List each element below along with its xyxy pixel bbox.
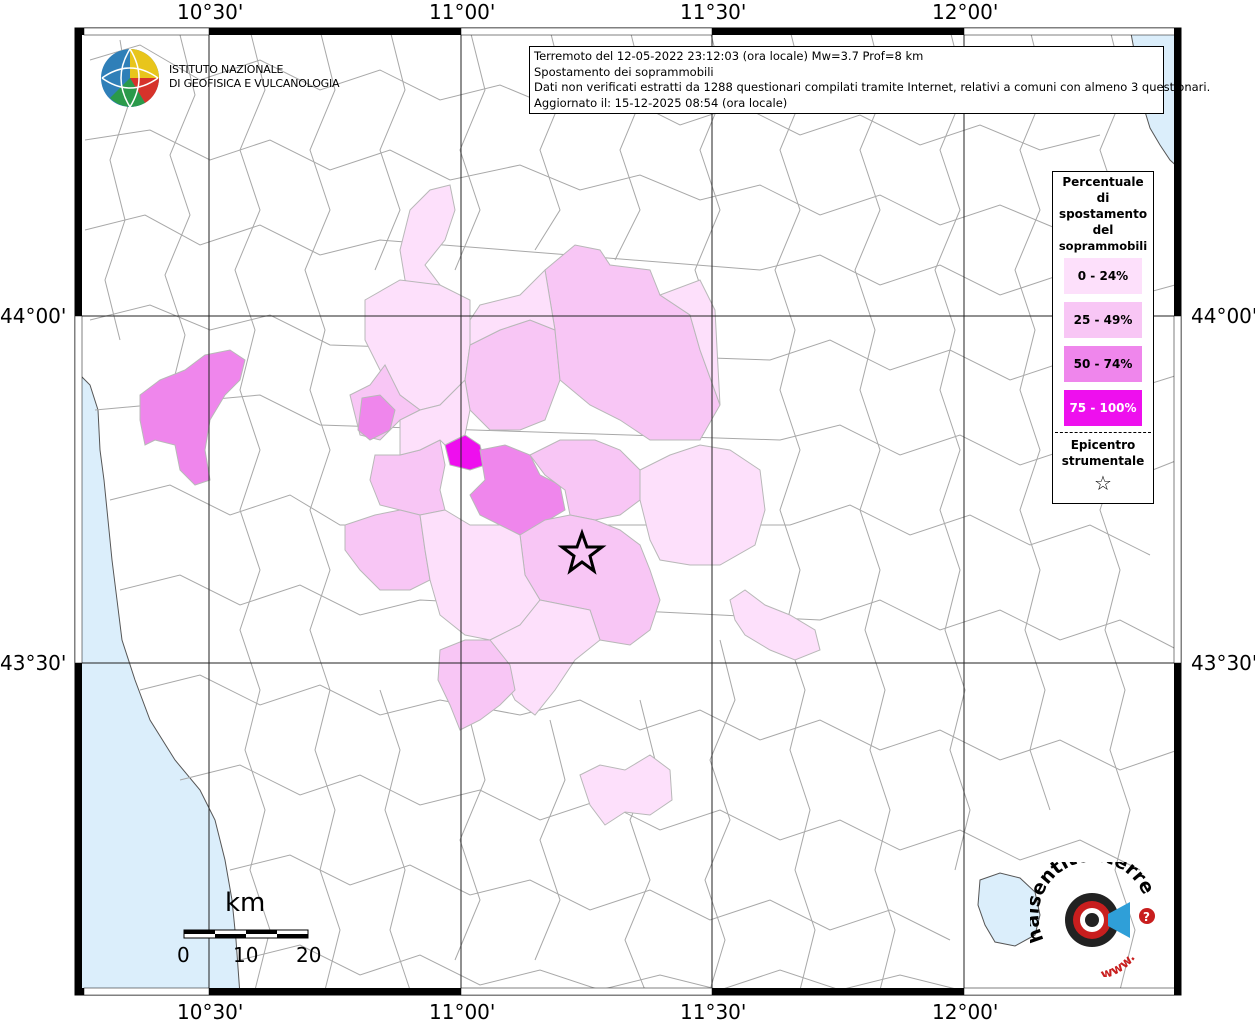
event-info-box: Terremoto del 12-05-2022 23:12:03 (ora l… [529, 46, 1211, 114]
legend-class-25-49: 25 - 49% [1064, 302, 1142, 338]
legend-class-0-24: 0 - 24% [1064, 258, 1142, 294]
legend-class-50-74: 50 - 74% [1064, 346, 1142, 382]
institute-name: ISTITUTO NAZIONALE DI GEOFISICA E VULCAN… [169, 63, 340, 91]
legend-title-line: spostamento [1058, 207, 1148, 221]
legend-title-line: soprammobili [1058, 239, 1148, 253]
lon-label-bottom-1: 10°30' [177, 1000, 244, 1024]
parameter-name: Spostamento dei soprammobili [534, 64, 714, 79]
legend-class-75-100: 75 - 100% [1064, 390, 1142, 426]
legend-title-line: Percentuale [1062, 175, 1144, 189]
legend-title-line: di [1096, 191, 1110, 205]
scale-bar-graphic [183, 929, 309, 939]
event-title: Terremoto del 12-05-2022 23:12:03 (ora l… [534, 49, 924, 63]
lat-label-left-1: 44°00' [0, 304, 67, 328]
lat-label-left-2: 43°30' [0, 651, 67, 675]
institute-line-2: DI GEOFISICA E VULCANOLOGIA [169, 77, 340, 90]
legend-separator [1055, 432, 1151, 433]
ingv-logo-icon [101, 48, 160, 108]
hst-logo-url: www. [1099, 951, 1139, 977]
legend-star-icon: ☆ [1094, 471, 1112, 495]
legend-epicenter-line: Epicentro [1070, 438, 1136, 452]
lon-label-top-4: 12°00' [932, 0, 999, 24]
area-0-24 [639, 444, 766, 566]
scale-unit: km [225, 888, 266, 918]
legend-title-line: del [1092, 223, 1114, 237]
lon-label-top-3: 11°30' [680, 0, 747, 24]
legend-epicenter-label: Epicentro strumentale [1053, 437, 1153, 469]
hai-sentito-logo-icon: haisentitoilterremoto.it www. ? [1030, 862, 1159, 977]
data-note: Dati non verificati estratti da 1288 que… [534, 80, 1211, 94]
lon-label-top-1: 10°30' [177, 0, 244, 24]
scale-tick-0: 0 [177, 943, 190, 967]
update-time: Aggiornato il: 15-12-2025 08:54 (ora loc… [534, 95, 788, 110]
legend-title: Percentuale di spostamento del soprammob… [1053, 174, 1153, 254]
lat-label-right-1: 44°00' [1191, 304, 1255, 328]
scale-tick-20: 20 [296, 943, 322, 967]
institute-line-1: ISTITUTO NAZIONALE [169, 63, 284, 76]
scale-tick-10: 10 [233, 943, 259, 967]
lat-label-right-2: 43°30' [1191, 651, 1255, 675]
svg-text:?: ? [1143, 910, 1150, 924]
legend-epicenter-line: strumentale [1061, 454, 1145, 468]
lon-label-bottom-4: 12°00' [932, 1000, 999, 1024]
lon-label-bottom-2: 11°00' [429, 1000, 496, 1024]
lon-label-bottom-3: 11°30' [680, 1000, 747, 1024]
legend: Percentuale di spostamento del soprammob… [1052, 171, 1154, 504]
lon-label-top-2: 11°00' [429, 0, 496, 24]
